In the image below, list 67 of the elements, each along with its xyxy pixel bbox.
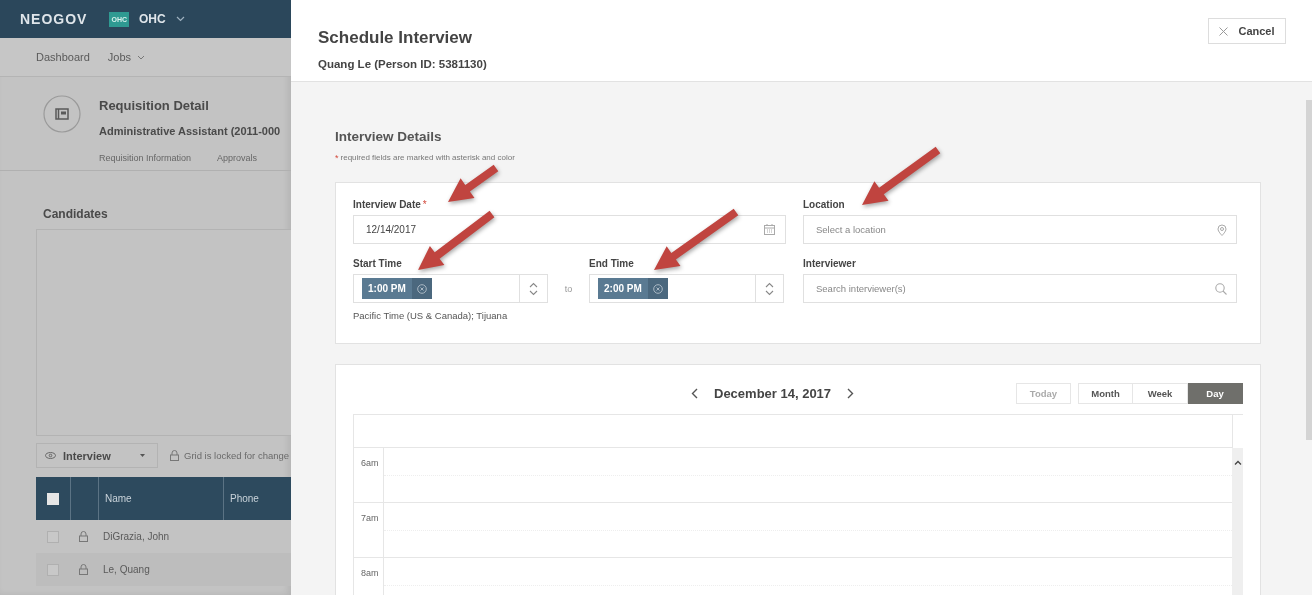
nav-link[interactable]: Dashboard [36,51,90,63]
hour-label: 7am [361,513,379,523]
section-tab[interactable]: Requisition Information [99,153,192,163]
page-subtitle: Administrative Assistant (2011-000 [99,125,281,137]
row-checkbox[interactable] [47,563,59,576]
calendar-icon [764,224,775,235]
section-title: Candidates [43,207,109,221]
view-tab[interactable]: Month [1078,382,1133,404]
search-icon [1215,282,1227,295]
calendar-date: December 14, 2017 [714,385,832,401]
dialog-subtitle: Quang Le (Person ID: 5381130) [318,58,487,70]
org-menu[interactable]: OHC [139,12,166,26]
view-tab[interactable]: Week [1133,382,1188,404]
section-title: Interview Details [335,129,443,144]
required-note: required fields are marked with asterisk and color [340,153,515,163]
table-cell: DiGrazia, John [103,531,170,542]
range-separator: to [563,283,574,296]
caret-icon [140,454,145,457]
field-label: Location [803,199,846,210]
lock-note: Grid is locked for change [184,450,290,461]
scrollbar[interactable] [1306,100,1312,440]
time-chip: 1:00 PM [362,278,432,299]
chevron-down-icon[interactable] [175,16,185,22]
clear-icon[interactable] [416,283,427,294]
timezone-label: Pacific Time (US & Canada); Tijuana [353,310,509,321]
lock-icon [170,450,179,461]
spinner-icon[interactable] [765,281,774,296]
select-all-checkbox[interactable] [47,492,59,505]
lock-icon [79,531,88,542]
next-icon[interactable] [847,387,855,399]
scrollbar[interactable] [1232,448,1243,595]
required-asterisk: * [422,199,427,210]
brand-name: NEOGOV [20,11,88,27]
view-dropdown[interactable]: Interview [36,443,158,468]
location-field[interactable]: Select a location [803,215,1237,244]
eye-icon [45,452,56,459]
time-field[interactable]: 2:00 PM [589,274,784,303]
view-tab[interactable]: Day [1188,382,1243,404]
field-label: Start Time [353,258,403,269]
column-header[interactable]: Name [105,493,132,504]
document-icon [43,95,81,133]
field-label: End Time [589,258,635,269]
section-tab[interactable]: Approvals [217,153,258,163]
column-header[interactable]: Phone [230,493,259,504]
lock-icon [79,564,88,575]
search-field[interactable]: Search interviewer(s) [803,274,1237,303]
time-chip: 2:00 PM [598,278,668,299]
dialog-title: Schedule Interview [318,28,473,48]
table-cell: Le, Quang [103,564,150,575]
time-field[interactable]: 1:00 PM [353,274,548,303]
chevron-up-icon[interactable] [1233,460,1242,465]
nav-link[interactable]: Jobs [107,51,146,63]
hour-label: 6am [361,458,379,468]
field-label: Interview Date [353,199,421,210]
field-label: Interviewer [803,258,857,269]
map-pin-icon [1217,223,1227,236]
spinner-icon[interactable] [529,281,538,296]
page-title: Requisition Detail [99,98,210,113]
hour-label: 8am [361,568,379,578]
required-asterisk: * [335,153,339,163]
close-icon [1219,26,1229,36]
previous-icon[interactable] [691,387,698,399]
date-field[interactable]: 12/14/2017 [353,215,786,244]
row-checkbox[interactable] [47,530,59,543]
clear-icon[interactable] [652,283,663,294]
cancel-button[interactable]: Cancel [1208,18,1286,44]
chevron-down-icon [137,54,146,60]
